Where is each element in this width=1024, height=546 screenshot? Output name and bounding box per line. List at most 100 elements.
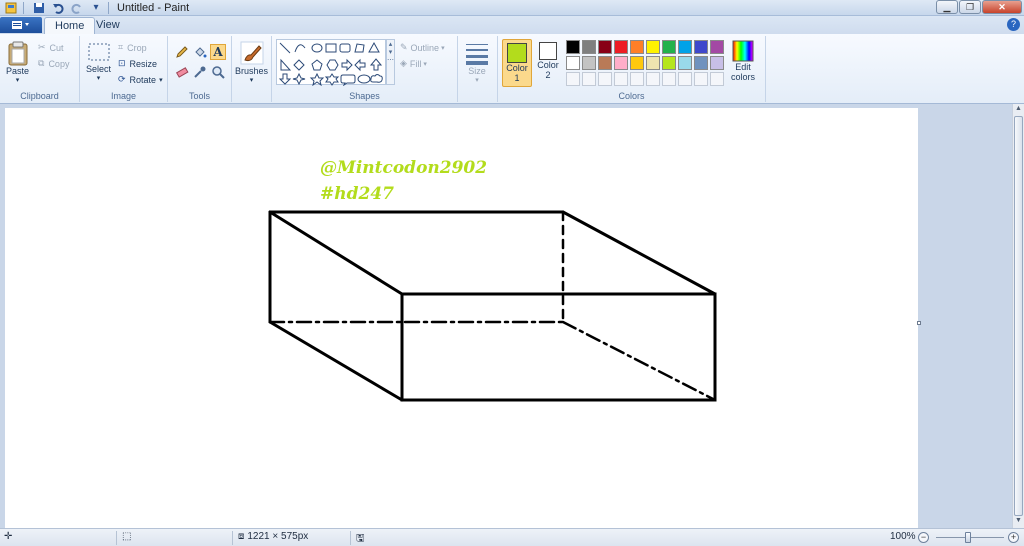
palette-swatch[interactable]: [598, 40, 612, 54]
toolbar-separator: [108, 1, 109, 14]
palette-swatch[interactable]: [630, 56, 644, 70]
copy-button[interactable]: ⧉ Copy: [38, 58, 69, 69]
paste-dropdown-icon[interactable]: ▾: [16, 76, 20, 84]
palette-swatch[interactable]: [646, 72, 660, 86]
palette-swatch[interactable]: [630, 72, 644, 86]
brushes-button[interactable]: Brushes ▾: [235, 40, 268, 84]
palette-swatch[interactable]: [662, 56, 676, 70]
colors-group-label: Colors: [618, 91, 645, 101]
color1-number: 1: [514, 73, 520, 83]
image-group: Select ▾ ⌗ Crop ⊡ Resize ⟳ Rotate ▾ Imag…: [80, 36, 168, 102]
right-triangle-shape-icon: [280, 58, 292, 71]
tab-view[interactable]: View: [86, 17, 130, 34]
rotate-dropdown-icon[interactable]: ▾: [159, 76, 163, 84]
palette-swatch[interactable]: [614, 56, 628, 70]
palette-swatch[interactable]: [710, 40, 724, 54]
palette-swatch[interactable]: [646, 40, 660, 54]
outline-button[interactable]: ✎ Outline ▾: [400, 42, 445, 53]
redo-icon[interactable]: [69, 1, 85, 15]
palette-swatch[interactable]: [582, 56, 596, 70]
color1-swatch: [507, 43, 527, 63]
palette-swatch[interactable]: [566, 56, 580, 70]
fill-label: Fill: [409, 58, 422, 69]
paint-app-icon[interactable]: [3, 1, 19, 15]
palette-swatch[interactable]: [662, 40, 676, 54]
text-tool-icon[interactable]: A: [210, 44, 226, 60]
paste-label: Paste: [6, 66, 30, 76]
palette-swatch[interactable]: [566, 40, 580, 54]
down-arrow-shape-icon: [278, 73, 292, 85]
edit-colors-button[interactable]: Edit colors: [731, 40, 755, 82]
paste-button[interactable]: Paste ▾: [6, 40, 29, 84]
zoom-in-button[interactable]: +: [1008, 532, 1019, 543]
zoom-slider-thumb[interactable]: [965, 532, 971, 543]
canvas-resize-handle-right[interactable]: [917, 321, 921, 325]
image-size-indicator: ⧈ 1221 × 575px: [238, 531, 308, 542]
resize-label: Resize: [129, 58, 158, 69]
size-button[interactable]: Size ▾: [464, 40, 490, 84]
scroll-thumb[interactable]: [1014, 116, 1023, 516]
palette-swatch[interactable]: [630, 40, 644, 54]
zoom-out-button[interactable]: −: [918, 532, 929, 543]
copy-label: Copy: [48, 58, 70, 69]
edit-colors-label-1: Edit: [735, 62, 751, 72]
palette-swatch[interactable]: [662, 72, 676, 86]
brushes-dropdown-icon[interactable]: ▾: [250, 76, 254, 84]
zoom-level: 100%: [890, 531, 916, 542]
shapes-scroll[interactable]: ▴ ▾ ⋯: [386, 39, 395, 85]
palette-swatch[interactable]: [694, 56, 708, 70]
maximize-button[interactable]: ❐: [959, 0, 981, 14]
palette-swatch[interactable]: [694, 72, 708, 86]
crop-button[interactable]: ⌗ Crop: [118, 42, 147, 53]
pencil-icon[interactable]: [174, 44, 190, 60]
select-button[interactable]: Select ▾: [86, 40, 111, 82]
drawing-canvas[interactable]: @Mintcodon2902 #hd247: [5, 108, 918, 528]
vertical-scrollbar[interactable]: ▲ ▼: [1012, 104, 1024, 528]
color-picker-icon[interactable]: [192, 64, 208, 80]
scroll-down-icon[interactable]: ▼: [1014, 517, 1023, 527]
cut-button[interactable]: ✂ Cut: [38, 42, 64, 53]
edit-colors-label-2: colors: [731, 72, 756, 82]
status-bar: ✛ ⬚ ⧈ 1221 × 575px 🖫 100% − +: [0, 528, 1024, 546]
color1-button[interactable]: Color 1: [502, 39, 532, 87]
palette-swatch[interactable]: [614, 40, 628, 54]
color2-number: 2: [545, 70, 551, 80]
resize-button[interactable]: ⊡ Resize: [118, 58, 157, 69]
save-icon[interactable]: [31, 1, 47, 15]
select-dropdown-icon[interactable]: ▾: [97, 74, 101, 82]
status-separator: [116, 531, 117, 545]
color2-button[interactable]: Color 2: [534, 39, 562, 87]
undo-icon[interactable]: [50, 1, 66, 15]
magnifier-icon[interactable]: [210, 64, 226, 80]
size-label: Size: [468, 66, 486, 76]
palette-swatch[interactable]: [598, 72, 612, 86]
brush-icon: [240, 41, 264, 65]
palette-swatch[interactable]: [678, 40, 692, 54]
palette-swatch[interactable]: [598, 56, 612, 70]
six-point-star-shape-icon: [324, 73, 340, 86]
palette-swatch[interactable]: [678, 56, 692, 70]
palette-swatch[interactable]: [710, 56, 724, 70]
scroll-up-icon[interactable]: ▲: [1014, 105, 1023, 115]
palette-swatch[interactable]: [646, 56, 660, 70]
palette-swatch[interactable]: [582, 40, 596, 54]
rotate-button[interactable]: ⟳ Rotate ▾: [118, 74, 163, 85]
fill-bucket-icon[interactable]: [192, 44, 208, 60]
palette-swatch[interactable]: [710, 72, 724, 86]
left-arrow-shape-icon: [354, 58, 366, 72]
minimize-button[interactable]: ▁: [936, 0, 958, 14]
paint-menu-button[interactable]: [0, 17, 42, 33]
palette-swatch[interactable]: [694, 40, 708, 54]
palette-swatch[interactable]: [614, 72, 628, 86]
workspace: @Mintcodon2902 #hd247: [0, 104, 1012, 532]
palette-swatch[interactable]: [566, 72, 580, 86]
fill-button[interactable]: ◈ Fill ▾: [400, 58, 427, 69]
palette-swatch[interactable]: [678, 72, 692, 86]
customize-toolbar-icon[interactable]: ▾: [88, 1, 104, 15]
close-button[interactable]: ✕: [982, 0, 1022, 14]
status-separator: [350, 531, 351, 545]
palette-swatch[interactable]: [582, 72, 596, 86]
help-icon[interactable]: ?: [1007, 18, 1020, 31]
cloud-callout-shape-icon: [370, 74, 383, 83]
eraser-icon[interactable]: [174, 64, 190, 80]
